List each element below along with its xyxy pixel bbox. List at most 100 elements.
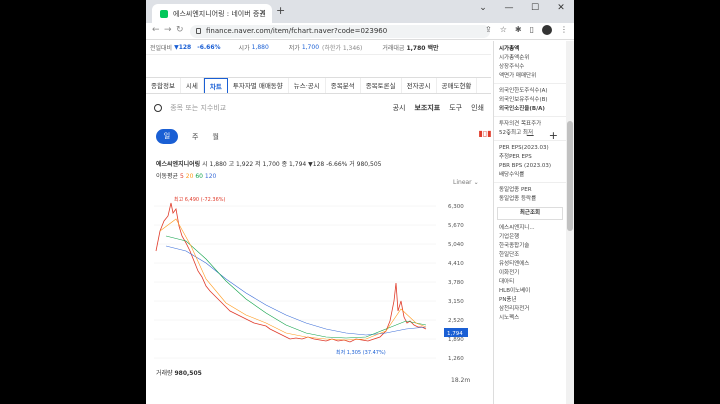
candle-type-icon[interactable]: ▮▯▮ — [478, 129, 491, 142]
maximize-button[interactable]: ☐ — [522, 0, 548, 20]
minimize-button[interactable]: — — [496, 0, 522, 20]
period-month[interactable]: 월 — [212, 132, 218, 142]
stock-name: 에스씨엔지니어링 — [156, 161, 201, 168]
axis-label: 2,520 — [448, 318, 464, 324]
info-row: 동일업종 등락률 — [499, 196, 537, 202]
recent-item[interactable]: 유성티엔에스 — [499, 260, 566, 268]
tab-news[interactable]: 뉴스·공시 — [289, 78, 326, 93]
ma-60-line — [165, 235, 427, 339]
tab-chart[interactable]: 차트 — [203, 78, 228, 93]
info-row: 액면가 매매단위 — [499, 73, 537, 79]
period-selector: 일 주 월 — [156, 129, 219, 144]
page-content: 전일대비 ▼128 -6.66% 시가 1,880 저가 1,700 (하한가 … — [146, 41, 566, 404]
tab-analysis[interactable]: 종목분석 — [326, 78, 361, 93]
change-pct: -6.66% — [197, 44, 221, 51]
info-row: 배당수익률 — [499, 172, 525, 178]
recent-item[interactable]: PN풍년 — [499, 296, 566, 304]
tab-price[interactable]: 시세 — [181, 78, 204, 93]
scrollbar-thumb[interactable] — [567, 121, 573, 231]
browser-tools: ⇪ ☆ ✱ ▯ ⋮ — [485, 25, 568, 35]
recent-views-title: 최근조회 — [497, 207, 563, 220]
chevron-down-icon[interactable]: ⌄ — [470, 0, 496, 20]
open-value: 1,880 — [251, 44, 269, 51]
ma-20: 20 — [185, 173, 194, 180]
axis-label: 5,040 — [448, 242, 464, 248]
scrollbar[interactable] — [566, 41, 574, 404]
new-tab-button[interactable]: + — [276, 4, 285, 17]
extensions-icon[interactable]: ✱ — [515, 25, 522, 35]
url-field[interactable]: finance.naver.com/item/fchart.naver?code… — [190, 25, 490, 38]
period-day[interactable]: 일 — [156, 129, 178, 144]
volume-label: 거래량 980,505 — [156, 370, 202, 377]
recent-item[interactable]: HLB이노베이 — [499, 287, 566, 295]
chart-search-row: 종목 또는 지수비교 공시 보조지표 도구 인쇄 — [154, 103, 484, 117]
axis-label: 5,670 — [448, 223, 464, 229]
open-label: 시가 — [238, 45, 250, 52]
disclosure-tool[interactable]: 공시 — [393, 103, 406, 113]
window-controls: ⌄ — ☐ ✕ — [470, 0, 574, 20]
reload-icon[interactable]: ↻ — [176, 25, 184, 35]
compare-search-input[interactable]: 종목 또는 지수비교 — [170, 104, 226, 112]
tab-disclosure[interactable]: 전자공시 — [402, 78, 437, 93]
drawing-tool[interactable]: 도구 — [449, 103, 462, 113]
info-row: 외국인소진율(B/A) — [499, 106, 545, 112]
info-row: PBR BPS (2023.03) — [499, 163, 552, 169]
recent-item[interactable]: 한국종합기술 — [499, 242, 566, 250]
value-label: 거래대금 — [382, 45, 405, 52]
tab-short-selling[interactable]: 공매도현황 — [437, 78, 478, 93]
close-window-button[interactable]: ✕ — [548, 0, 574, 20]
lock-icon — [196, 28, 201, 34]
tab-investor[interactable]: 투자자별 매매동향 — [228, 78, 289, 93]
info-row: 투자의견 목표주가 — [499, 121, 542, 127]
info-row: 추정PER EPS — [499, 154, 532, 160]
axis-label: 1,260 — [448, 356, 464, 362]
ma-60: 60 — [195, 173, 203, 180]
recent-item[interactable]: 시노펙스 — [499, 314, 566, 322]
naver-favicon-icon — [160, 9, 168, 18]
print-tool[interactable]: 인쇄 — [471, 103, 484, 113]
value-amount: 1,780 백만 — [406, 45, 439, 52]
recent-item[interactable]: 기업은행 — [499, 233, 566, 241]
axis-label: 6,300 — [448, 204, 464, 210]
recent-item[interactable]: 이화전기 — [499, 269, 566, 277]
price-line — [155, 202, 427, 343]
ma-label: 이동평균 — [156, 173, 179, 180]
tab-strip: 에스씨엔지니어링 : 네이버 증권 ✕ + ⌄ — ☐ ✕ — [146, 0, 574, 23]
volume-axis: 18.2m — [451, 377, 471, 384]
info-row: 동일업종 PER — [499, 187, 532, 193]
url-text: finance.naver.com/item/fchart.naver?code… — [206, 27, 388, 35]
recent-item[interactable]: 한일단조 — [499, 251, 566, 259]
period-week[interactable]: 주 — [192, 132, 198, 142]
browser-tab[interactable]: 에스씨엔지니어링 : 네이버 증권 ✕ — [152, 4, 272, 23]
prev-close-label: 전일대비 — [150, 45, 173, 52]
chart-grid — [154, 205, 436, 359]
axis-label: 3,150 — [448, 299, 464, 305]
chart-tools: 공시 보조지표 도구 인쇄 — [393, 103, 484, 113]
indicator-tool[interactable]: 보조지표 — [414, 103, 440, 113]
info-row: PER EPS(2023.03) — [499, 145, 549, 151]
tab-discussion[interactable]: 종목토론실 — [361, 78, 402, 93]
recent-item[interactable]: 에스씨엔지니... — [499, 224, 566, 232]
scale-mode-select[interactable]: Linear ⌄ — [453, 179, 479, 186]
forward-icon[interactable]: → — [164, 25, 172, 35]
sidebar-icon[interactable]: ▯ — [530, 25, 534, 35]
recent-item[interactable]: 삼천리자전거 — [499, 305, 566, 313]
info-row: 외국인한도주식수(A) — [499, 88, 548, 94]
close-tab-icon[interactable]: ✕ — [259, 8, 266, 17]
ma-20-line — [159, 218, 427, 341]
info-row: 시가총액순위 — [499, 55, 530, 61]
recent-item[interactable]: 대아티 — [499, 278, 566, 286]
menu-icon[interactable]: ⋮ — [560, 25, 568, 35]
bookmark-star-icon[interactable]: ☆ — [500, 25, 507, 35]
share-icon[interactable]: ⇪ — [485, 25, 492, 35]
tab-summary[interactable]: 종합정보 — [146, 78, 181, 93]
axis-label: 3,780 — [448, 280, 464, 286]
back-icon[interactable]: ← — [152, 25, 160, 35]
tab-title: 에스씨엔지니어링 : 네이버 증권 — [173, 9, 266, 18]
price-chart[interactable]: 최고 6,490 (-72.36%) 최저 1,305 (37.47%) 6,3… — [146, 191, 491, 371]
axis-label: 1,890 — [448, 337, 464, 343]
quote-bar: 전일대비 ▼128 -6.66% 시가 1,880 저가 1,700 (하한가 … — [146, 41, 491, 55]
right-info-panel: 시가총액 시가총액순위 상장주식수 액면가 매매단위 외국인한도주식수(A) 외… — [493, 41, 566, 404]
profile-avatar[interactable] — [542, 25, 552, 35]
info-row: 상장주식수 — [499, 64, 525, 70]
